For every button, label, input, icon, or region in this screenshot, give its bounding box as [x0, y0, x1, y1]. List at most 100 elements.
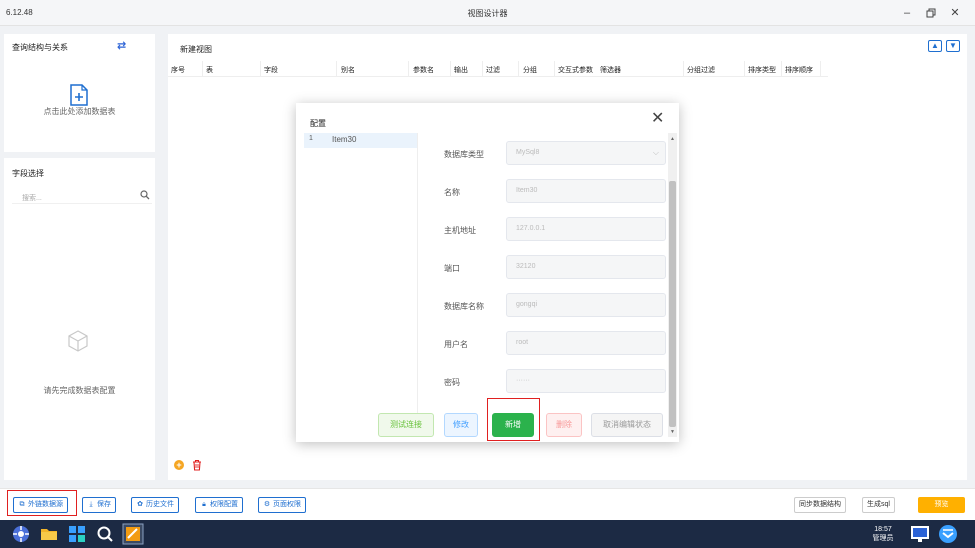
empty-state-text: 请先完成数据表配置: [43, 386, 116, 395]
column-divider: [683, 61, 684, 77]
config-dialog: 配置 ✕ 1 Item30 数据库类型 MySql8 ⌵ 名称 Item30 主…: [296, 103, 679, 442]
history-button[interactable]: ✿ 历史文件: [131, 497, 179, 513]
col-header: 过滤: [486, 67, 500, 74]
generate-sql-label: 生成sql: [867, 501, 890, 508]
bottom-toolbar: ⧉ 外链数据源 ⤓ 保存 ✿ 历史文件 🔒︎ 权限配置 ⚙ 页面权限 同步数据结构 生成s…: [0, 488, 975, 520]
password-field[interactable]: ······: [506, 369, 666, 393]
delete-row-icon[interactable]: [192, 459, 202, 471]
col-header: 筛选器: [600, 67, 621, 74]
col-header: 输出: [454, 67, 468, 74]
username-field[interactable]: root: [506, 331, 666, 355]
add-table-link[interactable]: 点击此处添加数据表: [4, 106, 155, 117]
field-search-input[interactable]: 搜索...: [12, 188, 152, 204]
list-item-name: Item30: [332, 135, 357, 144]
swap-icon[interactable]: ⇄: [117, 39, 126, 52]
db-name-value: gongqi: [516, 301, 538, 308]
test-connection-button[interactable]: 测试连接: [378, 413, 434, 437]
highlight-box-add-button: [487, 398, 540, 441]
app-grid-icon[interactable]: [68, 525, 86, 543]
field-search-placeholder: 搜索...: [22, 195, 42, 202]
column-divider: [482, 61, 483, 77]
start-menu-icon[interactable]: [12, 525, 30, 543]
name-value: Item30: [516, 187, 538, 194]
dialog-title: 配置: [310, 119, 326, 128]
generate-sql-button[interactable]: 生成sql: [862, 497, 895, 513]
close-window-icon[interactable]: ✕: [946, 4, 964, 22]
move-down-button[interactable]: ▼: [946, 40, 960, 52]
history-label: 历史文件: [146, 501, 174, 508]
col-header: 分组: [523, 67, 537, 74]
column-divider: [450, 61, 451, 77]
sync-structure-button[interactable]: 同步数据结构: [794, 497, 846, 513]
save-label: 保存: [97, 501, 111, 508]
field-selection-title: 字段选择: [12, 169, 44, 178]
scrollbar-thumb[interactable]: [669, 181, 676, 427]
dialog-scrollbar[interactable]: ▲ ▼: [668, 133, 677, 437]
field-label-username: 用户名: [444, 340, 468, 349]
column-divider: [820, 61, 821, 77]
search-icon[interactable]: [140, 190, 150, 200]
gear-icon: ✿: [137, 501, 143, 508]
folder-icon[interactable]: [40, 525, 58, 543]
designer-app-icon[interactable]: [122, 523, 144, 545]
add-table-icon[interactable]: [70, 84, 88, 106]
sync-label: 同步数据结构: [799, 501, 841, 508]
page-permission-button[interactable]: ⚙ 页面权限: [258, 497, 306, 513]
name-field[interactable]: Item30: [506, 179, 666, 203]
close-icon[interactable]: ✕: [651, 111, 664, 127]
monitor-icon[interactable]: [910, 524, 930, 544]
col-header: 排序顺序: [785, 67, 813, 74]
column-divider: [781, 61, 782, 77]
system-clock: 18:57 管理员: [868, 525, 898, 543]
host-field[interactable]: 127.0.0.1: [506, 217, 666, 241]
lock-icon: 🔒︎: [202, 501, 206, 508]
move-up-button[interactable]: ▲: [928, 40, 942, 52]
search-taskbar-icon[interactable]: [96, 525, 114, 543]
column-divider: [336, 61, 337, 77]
gears-icon: ⚙: [263, 501, 271, 508]
col-header: 序号: [171, 67, 185, 74]
db-name-field[interactable]: gongqi: [506, 293, 666, 317]
modify-button[interactable]: 修改: [444, 413, 478, 437]
field-label-port: 端口: [444, 264, 460, 273]
scroll-down-icon[interactable]: ▼: [670, 429, 675, 435]
column-divider: [744, 61, 745, 77]
field-label-password: 密码: [444, 378, 460, 387]
col-header: 别名: [341, 67, 355, 74]
window-titlebar: 6.12.48 视图设计器 – ✕: [0, 0, 975, 26]
column-header-row: 序号 表 字段 别名 参数名 输出 过滤 分组 交互式参数 筛选器 分组过滤 排…: [168, 61, 828, 77]
os-taskbar: 18:57 管理员: [0, 520, 975, 548]
list-item-number: 1: [309, 135, 313, 142]
col-header: 排序类型: [748, 67, 776, 74]
port-field[interactable]: 32120: [506, 255, 666, 279]
notification-icon[interactable]: [938, 524, 958, 544]
field-selection-panel: 字段选择 搜索... 请先完成数据表配置: [4, 158, 155, 480]
download-icon: ⤓: [89, 501, 93, 508]
window-title: 视图设计器: [467, 9, 508, 18]
field-label-host: 主机地址: [444, 226, 476, 235]
datasource-list-item[interactable]: 1 Item30: [304, 133, 417, 148]
delete-button[interactable]: 删除: [546, 413, 582, 437]
permission-label: 权限配置: [210, 501, 238, 508]
column-divider: [408, 61, 409, 77]
password-value: ······: [516, 377, 530, 384]
column-divider: [518, 61, 519, 77]
col-header: 分组过滤: [687, 67, 715, 74]
field-label-db-name: 数据库名称: [444, 302, 484, 311]
column-divider: [202, 61, 203, 77]
cancel-edit-button[interactable]: 取消编辑状态: [591, 413, 663, 437]
scroll-up-icon[interactable]: ▲: [670, 136, 675, 142]
minimize-icon[interactable]: –: [898, 4, 916, 22]
page-permission-label: 页面权限: [273, 501, 301, 508]
permission-button[interactable]: 🔒︎ 权限配置: [195, 497, 243, 513]
add-row-icon[interactable]: +: [174, 460, 184, 470]
query-structure-title: 查询结构与关系: [12, 43, 68, 52]
preview-button[interactable]: 预览: [918, 497, 965, 513]
username-value: root: [516, 339, 529, 346]
view-title: 新建视图: [180, 45, 212, 54]
col-header: 字段: [264, 67, 278, 74]
db-type-select[interactable]: MySql8 ⌵: [506, 141, 666, 165]
restore-icon[interactable]: [922, 4, 940, 22]
highlight-box-external-source: [7, 490, 77, 516]
save-button[interactable]: ⤓ 保存: [82, 497, 116, 513]
